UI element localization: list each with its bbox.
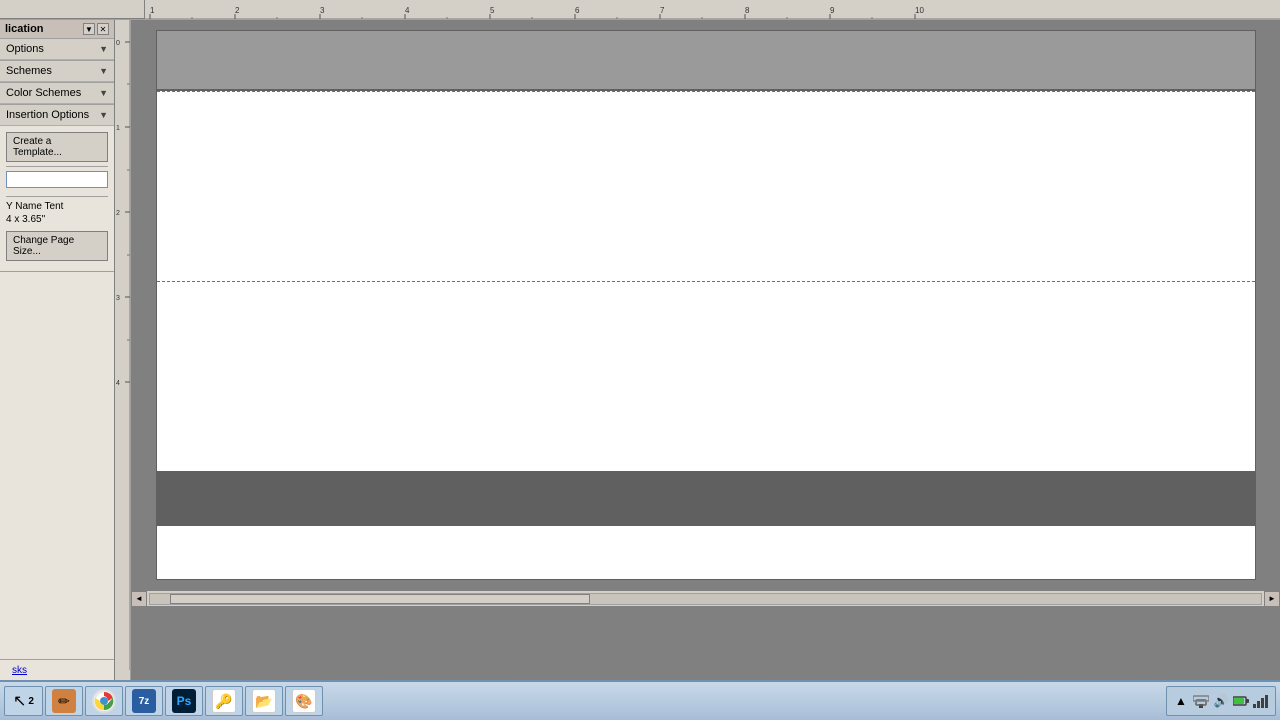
template-size-text: 4 x 3.65"	[6, 214, 108, 225]
schemes-label: Schemes	[6, 65, 52, 77]
document-page	[156, 30, 1256, 580]
panel-minimize-btn[interactable]: ▼	[83, 23, 95, 35]
divider-1	[6, 166, 108, 167]
left-panel: lication ▼ ✕ Options ▼ Schemes ▼	[0, 20, 115, 680]
tray-signal-icon[interactable]	[1253, 693, 1269, 709]
guide-line-lower	[157, 281, 1255, 282]
color-schemes-header[interactable]: Color Schemes ▼	[0, 83, 114, 104]
vruler-svg: 0 1 2 3 4	[115, 20, 131, 670]
panel-title-bar[interactable]: lication ▼ ✕	[0, 20, 114, 39]
tray-volume-icon[interactable]: 🔊	[1213, 693, 1229, 709]
app-container: 1 2 3 4 5 6 7 8 9 10	[0, 0, 1280, 720]
taskbar-paint-btn[interactable]: 🎨	[285, 686, 323, 716]
svg-text:9: 9	[830, 6, 835, 15]
main-scroll-area[interactable]: ◄ ►	[131, 20, 1280, 680]
panel-footer-link[interactable]: sks	[6, 663, 33, 678]
page-lower-section	[157, 281, 1255, 471]
chrome-icon	[92, 689, 116, 713]
tray-network-icon[interactable]	[1193, 693, 1209, 709]
taskbar-cursor-btn[interactable]: ↖ 2	[4, 686, 43, 716]
options-section-header[interactable]: Options ▼	[0, 39, 114, 60]
tray-battery-icon[interactable]	[1233, 693, 1249, 709]
scroll-left-btn[interactable]: ◄	[131, 591, 147, 607]
insertion-options-section: Insertion Options ▼ Create a Template...…	[0, 105, 114, 272]
canvas-with-vruler: 0 1 2 3 4	[115, 20, 1280, 680]
svg-text:10: 10	[915, 6, 924, 15]
options-section: Options ▼	[0, 39, 114, 61]
svg-text:1: 1	[150, 6, 155, 15]
taskbar: ↖ 2 ✏ 7z	[0, 680, 1280, 720]
ruler-corner	[0, 0, 145, 19]
insertion-options-arrow: ▼	[99, 110, 108, 120]
scrollbar-track[interactable]	[149, 593, 1262, 605]
paint-icon: 🎨	[292, 689, 316, 713]
taskbar-keepass-btn[interactable]: 🔑	[205, 686, 243, 716]
options-label: Options	[6, 43, 44, 55]
cursor-icon: ↖	[13, 691, 26, 711]
7zip-icon: 7z	[132, 689, 156, 713]
system-tray: ▲ 🔊	[1166, 686, 1276, 716]
panel-title: lication	[5, 23, 44, 35]
horizontal-ruler: 1 2 3 4 5 6 7 8 9 10	[145, 0, 1280, 19]
taskbar-filemanager-btn[interactable]: 📂	[245, 686, 283, 716]
options-arrow: ▼	[99, 44, 108, 54]
change-page-size-btn[interactable]: Change Page Size...	[6, 231, 108, 261]
top-ruler-bar: 1 2 3 4 5 6 7 8 9 10	[0, 0, 1280, 20]
insertion-options-label: Insertion Options	[6, 109, 89, 121]
panel-close-btn[interactable]: ✕	[97, 23, 109, 35]
svg-text:2: 2	[235, 6, 240, 15]
svg-text:0: 0	[116, 40, 120, 47]
svg-text:8: 8	[745, 6, 750, 15]
panel-footer: sks	[0, 659, 114, 680]
keepass-icon: 🔑	[212, 689, 236, 713]
taskbar-ps-btn[interactable]: Ps	[165, 686, 203, 716]
svg-text:5: 5	[490, 6, 495, 15]
svg-text:3: 3	[320, 6, 325, 15]
vertical-ruler: 0 1 2 3 4	[115, 20, 131, 680]
page-footer-area	[157, 471, 1255, 526]
template-name-text: Y Name Tent	[6, 201, 108, 212]
color-schemes-label: Color Schemes	[6, 87, 81, 99]
canvas-content	[131, 20, 1280, 590]
schemes-arrow: ▼	[99, 66, 108, 76]
svg-text:3: 3	[116, 295, 120, 302]
tray-expand-icon[interactable]: ▲	[1173, 693, 1189, 709]
pen-icon: ✏	[52, 689, 76, 713]
svg-text:1: 1	[116, 125, 120, 132]
insertion-options-header[interactable]: Insertion Options ▼	[0, 105, 114, 126]
svg-text:4: 4	[116, 380, 120, 387]
content-area: lication ▼ ✕ Options ▼ Schemes ▼	[0, 20, 1280, 680]
svg-text:4: 4	[405, 6, 410, 15]
horizontal-scrollbar[interactable]: ◄ ►	[131, 590, 1280, 606]
scroll-right-btn[interactable]: ►	[1264, 591, 1280, 607]
cursor-badge: 2	[28, 696, 34, 707]
taskbar-chrome-btn[interactable]	[85, 686, 123, 716]
svg-text:6: 6	[575, 6, 580, 15]
taskbar-pen-btn[interactable]: ✏	[45, 686, 83, 716]
panel-bottom-area	[0, 272, 114, 659]
svg-text:7: 7	[660, 6, 665, 15]
create-template-btn[interactable]: Create a Template...	[6, 132, 108, 162]
color-schemes-section: Color Schemes ▼	[0, 83, 114, 105]
filemanager-icon: 📂	[252, 689, 276, 713]
svg-text:2: 2	[116, 210, 120, 217]
scrollbar-thumb[interactable]	[170, 594, 590, 604]
ps-icon: Ps	[172, 689, 196, 713]
schemes-section: Schemes ▼	[0, 61, 114, 83]
insertion-options-content: Create a Template... Y Name Tent 4 x 3.6…	[0, 126, 114, 271]
page-upper-section	[157, 91, 1255, 281]
ruler-svg: 1 2 3 4 5 6 7 8 9 10	[145, 0, 1280, 19]
page-header-area	[157, 31, 1255, 91]
guide-line-upper	[157, 91, 1255, 92]
taskbar-7zip-btn[interactable]: 7z	[125, 686, 163, 716]
template-name-input[interactable]	[6, 171, 108, 188]
color-schemes-arrow: ▼	[99, 88, 108, 98]
divider-2	[6, 196, 108, 197]
schemes-section-header[interactable]: Schemes ▼	[0, 61, 114, 82]
